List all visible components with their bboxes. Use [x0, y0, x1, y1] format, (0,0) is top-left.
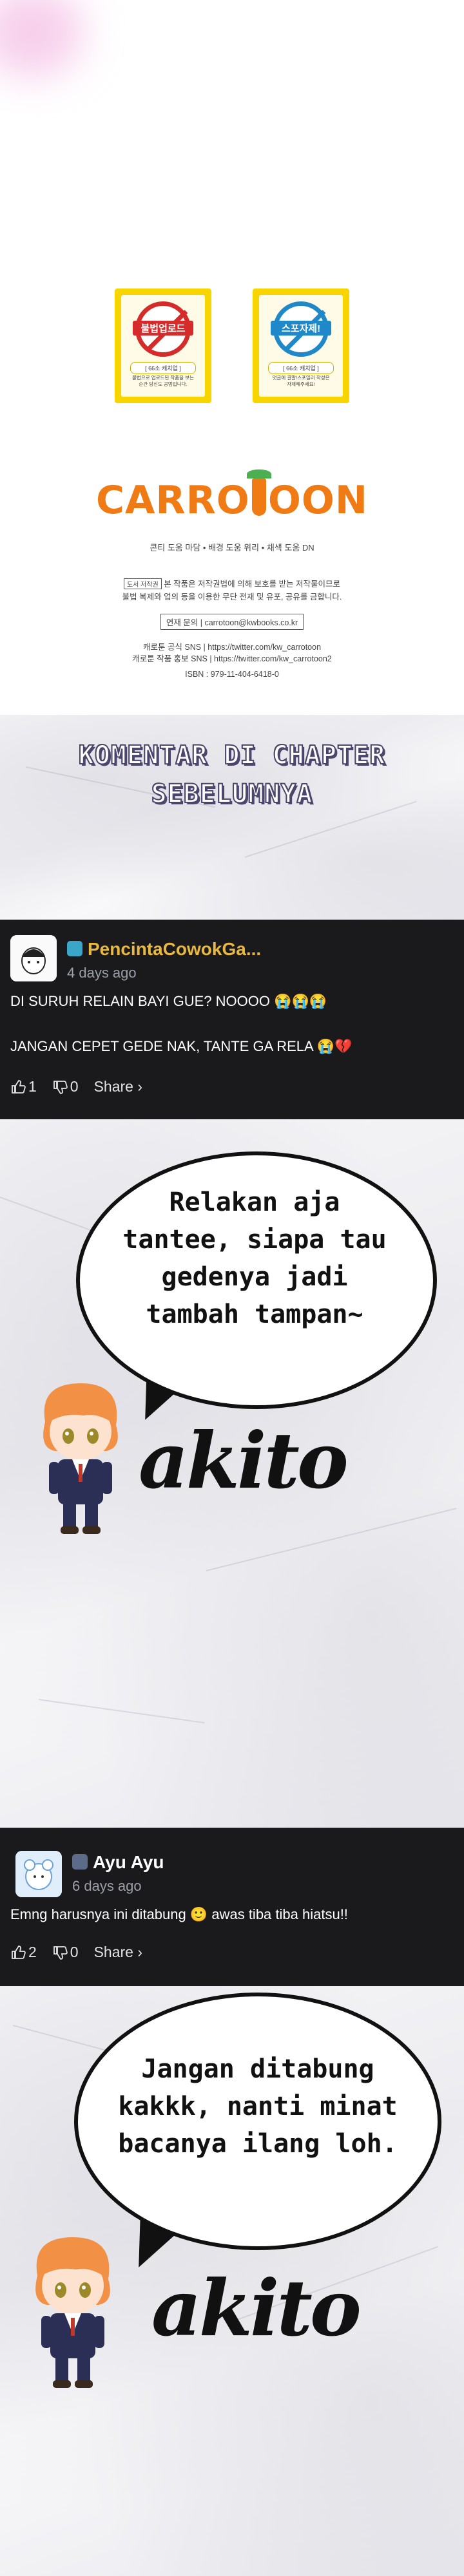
avatar[interactable]	[15, 1851, 62, 1897]
share-button[interactable]: Share ›	[94, 1944, 142, 1961]
comment-card: Ayu Ayu 6 days ago Emng harusnya ini dit…	[0, 1828, 464, 1986]
reply-panel: Relakan aja tantee, siapa tau gedenya ja…	[0, 1119, 464, 1828]
reply-panel: Jangan ditabung kakkk, nanti minat bacan…	[0, 1986, 464, 2576]
chibi-character-akito	[43, 1383, 118, 1534]
comment-time: 4 days ago	[67, 965, 137, 981]
speech-bubble-text: Jangan ditabung kakkk, nanti minat bacan…	[118, 2054, 398, 2159]
dislike-button[interactable]: 0	[52, 1944, 79, 1961]
thumbs-down-icon	[53, 1080, 68, 1094]
legal-line-1: 도서 저작권 본 작품은 저작권법에 의해 보호를 받는 저작물이므로	[0, 577, 464, 589]
contact-line: 연재 문의 | carrotoon@kwbooks.co.kr	[0, 614, 464, 630]
thumbs-down-icon	[53, 1946, 68, 1960]
legal-line-2: 불법 복제와 업의 등을 이용한 무단 전재 및 유포, 공유를 금합니다.	[122, 592, 342, 601]
credits-tagline: 콘티 도움 마담 • 배경 도움 위리 • 채색 도움 DN	[150, 543, 314, 553]
comment-text-line-2: JANGAN CEPET GEDE NAK, TANTE GA RELA 😭💔	[10, 1038, 353, 1054]
user-badge-icon	[67, 941, 82, 956]
notice-description: 불법으로 업로드된 작품을 보는 순간 당신도 공범입니다.	[132, 375, 194, 387]
username[interactable]: PencintaCowokGa...	[67, 939, 261, 960]
pink-blur-decoration	[0, 0, 84, 77]
illegal-upload-notice: 불법업로드 [ 66소 캐치업 ] 불법으로 업로드된 작품을 보는 순간 당신…	[115, 289, 211, 403]
comment-card: PencintaCowokGa... 4 days ago DI SURUH R…	[0, 920, 464, 1119]
sns-line-2: 캐로툰 작품 홍보 SNS | https://twitter.com/kw_c…	[132, 654, 332, 663]
notice-subtitle: [ 66소 캐치업 ]	[268, 362, 334, 374]
speech-bubble-text: Relakan aja tantee, siapa tau gedenya ja…	[122, 1188, 387, 1329]
like-button[interactable]: 1	[10, 1078, 37, 1095]
comment-text: Emng harusnya ini ditabung 🙂 awas tiba t…	[10, 1906, 348, 1922]
share-button[interactable]: Share ›	[94, 1078, 142, 1095]
isbn: ISBN : 979-11-404-6418-0	[185, 670, 279, 679]
notice-subtitle: [ 66소 캐치업 ]	[130, 362, 196, 374]
username[interactable]: Ayu Ayu	[72, 1852, 164, 1873]
comment-actions: 1 0 Share ›	[10, 1078, 142, 1095]
section-heading-line-1: KOMENTAR DI CHAPTER	[78, 740, 386, 771]
comment-time: 6 days ago	[72, 1878, 142, 1894]
notice-title: 불법업로드	[133, 321, 193, 336]
thumbs-up-icon	[12, 1079, 26, 1094]
section-heading-panel: KOMENTAR DI CHAPTER SEBELUMNYA	[0, 715, 464, 921]
credits-page: 불법업로드 [ 66소 캐치업 ] 불법으로 업로드된 작품을 보는 순간 당신…	[0, 0, 464, 715]
akito-signature: akito	[139, 1416, 349, 1506]
comment-text-line-1: DI SURUH RELAIN BAYI GUE? NOOOO 😭😭😭	[10, 993, 327, 1009]
notice-title: 스포자제!	[271, 321, 331, 336]
akito-signature: akito	[151, 2263, 362, 2354]
sns-line-1: 캐로툰 공식 SNS | https://twitter.com/kw_carr…	[142, 643, 322, 652]
dislike-button[interactable]: 0	[52, 1078, 79, 1095]
thumbs-up-icon	[12, 1945, 26, 1959]
notice-description: 댓글에 결말/스포일러 작성은 자제해주세요!	[272, 375, 330, 387]
carrot-icon	[246, 469, 271, 516]
chibi-character-akito	[35, 2237, 110, 2388]
like-button[interactable]: 2	[10, 1944, 37, 1961]
carrotoon-logo: CARRO OON	[95, 469, 369, 523]
section-heading-line-2: SEBELUMNYA	[151, 779, 313, 810]
avatar[interactable]	[10, 935, 57, 981]
comment-actions: 2 0 Share ›	[10, 1944, 142, 1961]
user-badge-icon	[72, 1854, 88, 1870]
no-spoiler-notice: 스포자제! [ 66소 캐치업 ] 댓글에 결말/스포일러 작성은 자제해주세요…	[253, 289, 349, 403]
